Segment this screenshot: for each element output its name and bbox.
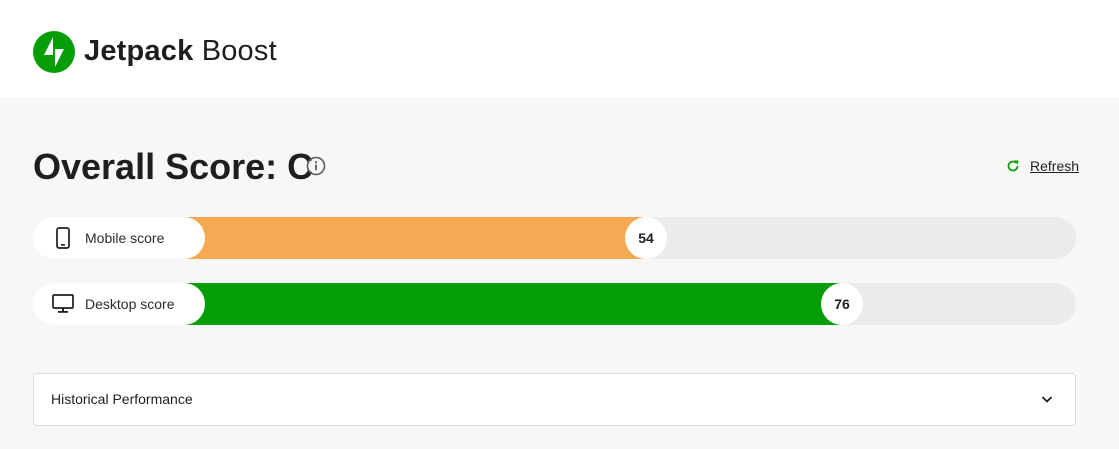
refresh-button[interactable]: Refresh	[1006, 156, 1079, 176]
historical-performance-toggle[interactable]: Historical Performance	[33, 373, 1076, 426]
desktop-score-label: Desktop score	[85, 296, 175, 312]
desktop-monitor-icon	[51, 292, 75, 316]
mobile-score-label: Mobile score	[85, 230, 165, 246]
mobile-score-bar: Mobile score 54	[33, 217, 1076, 259]
desktop-score-value: 76	[821, 283, 863, 325]
refresh-icon	[1007, 160, 1019, 172]
refresh-label: Refresh	[1030, 158, 1080, 174]
historical-performance-label: Historical Performance	[51, 391, 193, 407]
desktop-score-label-pill: Desktop score	[33, 283, 205, 325]
desktop-score-fill	[183, 283, 860, 325]
mobile-score-value: 54	[625, 217, 667, 259]
mobile-score-fill	[183, 217, 665, 259]
brand-name-light: Boost	[201, 35, 277, 67]
info-icon[interactable]	[306, 156, 326, 176]
mobile-score-label-pill: Mobile score	[33, 217, 205, 259]
overall-score-title: Overall Score: C	[33, 146, 314, 187]
jetpack-logo-icon	[33, 31, 75, 73]
desktop-score-bar: Desktop score 76	[33, 283, 1076, 325]
app-header: Jetpack Boost	[0, 0, 1119, 97]
mobile-phone-icon	[51, 226, 75, 250]
brand-name: Jetpack Boost	[84, 33, 277, 69]
brand-name-bold: Jetpack	[84, 35, 194, 67]
chevron-down-icon	[1041, 396, 1053, 403]
